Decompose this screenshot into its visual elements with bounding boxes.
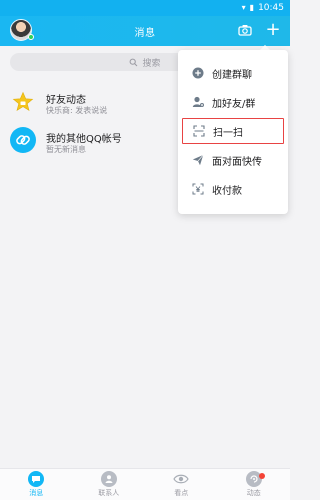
- menu-item-face-to-face[interactable]: 面对面快传: [178, 147, 288, 173]
- menu-item-create-group[interactable]: 创建群聊: [178, 60, 288, 86]
- tab-label: 联系人: [98, 489, 120, 497]
- add-friend-icon: [192, 96, 204, 108]
- status-time: 10:45: [258, 3, 284, 13]
- link-icon: [10, 127, 36, 153]
- menu-item-label: 扫一扫: [213, 127, 243, 139]
- star-icon: [12, 91, 34, 113]
- tab-dynamics[interactable]: 动态: [229, 470, 279, 500]
- eye-icon: [173, 471, 189, 487]
- menu-item-add-friend[interactable]: 加好友/群: [178, 89, 288, 115]
- menu-item-label: 加好友/群: [212, 98, 256, 110]
- status-bar: ▾ ▮ 10:45: [0, 0, 290, 16]
- list-item-subtitle: 快乐商: 发表说说: [46, 106, 108, 115]
- tab-label: 看点: [174, 489, 189, 497]
- header: 消息 +: [0, 16, 290, 46]
- battery-icon: ▮: [249, 3, 255, 12]
- payment-icon: [192, 183, 204, 195]
- menu-item-payment[interactable]: 收付款: [178, 176, 288, 202]
- menu-item-scan[interactable]: 扫一扫: [182, 118, 284, 144]
- menu-item-label: 创建群聊: [212, 69, 252, 81]
- add-group-icon: [192, 67, 204, 79]
- plus-menu: 创建群聊 加好友/群 扫一扫 面对面快传 收付款: [178, 50, 288, 214]
- send-icon: [192, 154, 204, 166]
- menu-item-label: 收付款: [212, 185, 242, 197]
- search-icon: [130, 58, 138, 66]
- camera-icon[interactable]: [238, 24, 252, 36]
- list-item-subtitle: 暂无新消息: [46, 145, 86, 154]
- menu-item-label: 面对面快传: [212, 156, 262, 168]
- contacts-icon: [100, 471, 117, 487]
- tab-contacts[interactable]: 联系人: [84, 470, 134, 500]
- wifi-icon: ▾: [241, 3, 246, 12]
- message-icon: [28, 471, 45, 487]
- tab-messages[interactable]: 消息: [11, 470, 61, 500]
- tab-label: 动态: [246, 489, 261, 497]
- plus-icon[interactable]: +: [264, 21, 282, 39]
- tab-label: 消息: [29, 489, 44, 497]
- tab-watch[interactable]: 看点: [156, 470, 206, 500]
- list-item-title: 好友动态: [46, 95, 86, 106]
- notification-badge: [258, 472, 265, 479]
- list-item-title: 我的其他QQ帐号: [46, 134, 122, 145]
- scan-icon: [193, 125, 205, 137]
- bottom-nav: 消息 联系人 看点 动态: [0, 468, 290, 500]
- search-placeholder: 搜索: [142, 58, 161, 69]
